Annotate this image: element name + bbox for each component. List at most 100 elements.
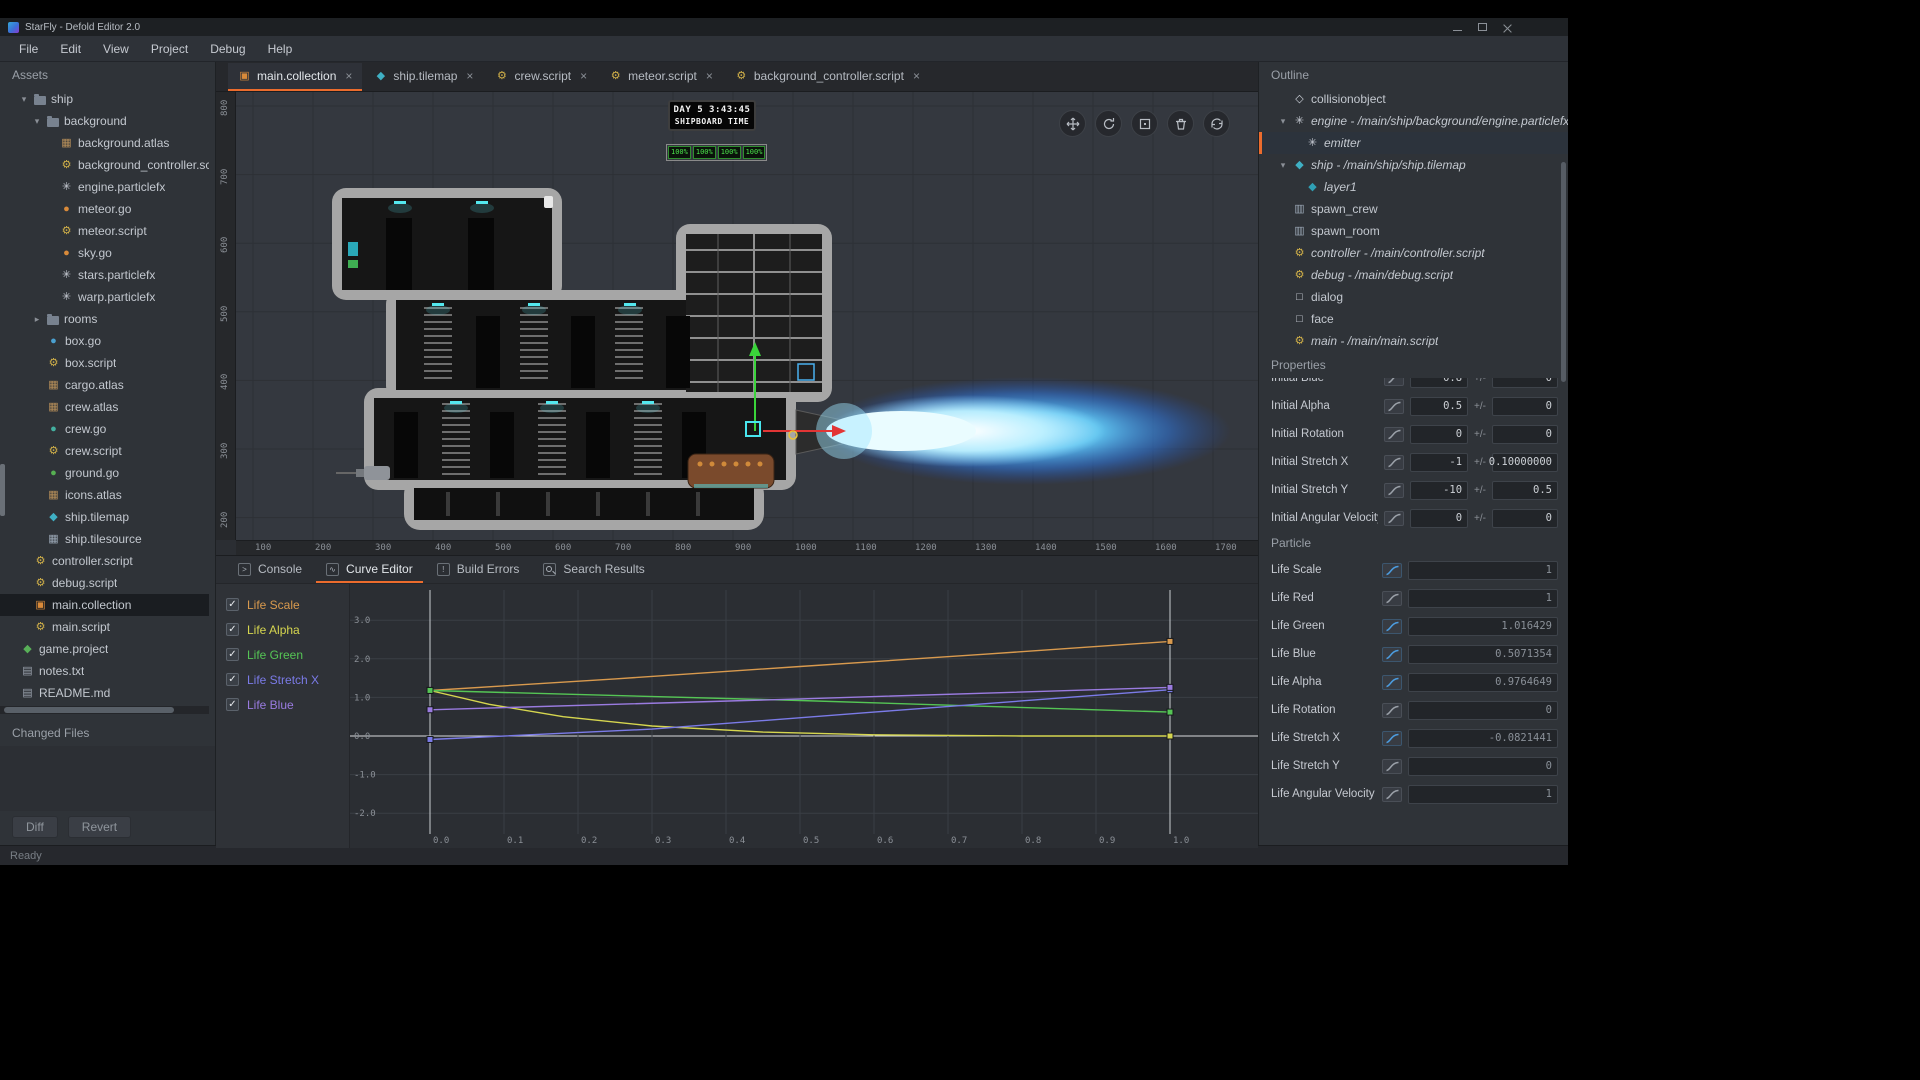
- maximize-icon[interactable]: [1478, 23, 1487, 31]
- legend-item-life-scale[interactable]: ✓Life Scale: [216, 592, 349, 617]
- close-icon[interactable]: [1503, 23, 1512, 32]
- asset-item-stars-particlefx[interactable]: ✳stars.particlefx: [0, 264, 209, 286]
- curve-toggle-button[interactable]: [1382, 619, 1402, 634]
- curve-handle-life-blue[interactable]: [1167, 684, 1173, 690]
- menu-edit[interactable]: Edit: [49, 38, 92, 60]
- curve-toggle-button[interactable]: [1382, 703, 1402, 718]
- menu-project[interactable]: Project: [140, 38, 199, 60]
- asset-item-game-project[interactable]: ◆game.project: [0, 638, 209, 660]
- spread-field[interactable]: 0: [1492, 509, 1558, 528]
- value-field[interactable]: 0: [1408, 701, 1558, 720]
- caret-down-icon[interactable]: ▾: [32, 116, 42, 127]
- value-field[interactable]: 0.5071354: [1408, 645, 1558, 664]
- value-field[interactable]: -10: [1410, 481, 1468, 500]
- tab-main-collection[interactable]: ▣main.collection×: [228, 63, 362, 91]
- asset-item-icons-atlas[interactable]: ▦icons.atlas: [0, 484, 209, 506]
- bottom-tab-curve-editor[interactable]: ∿Curve Editor: [316, 557, 423, 583]
- asset-item-crew-script[interactable]: ⚙crew.script: [0, 440, 209, 462]
- bottom-tab-console[interactable]: >Console: [228, 557, 312, 583]
- assets-horizontal-scrollbar[interactable]: [0, 706, 209, 714]
- move-tool-button[interactable]: [1059, 110, 1086, 137]
- outline-item-layer1[interactable]: ◆layer1: [1259, 176, 1568, 198]
- caret-down-icon[interactable]: ▾: [1278, 160, 1288, 171]
- frame-tool-button[interactable]: [1131, 110, 1158, 137]
- value-field[interactable]: -0.0821441: [1408, 729, 1558, 748]
- spread-field[interactable]: 0: [1492, 397, 1558, 416]
- outline-item-emitter[interactable]: ✳emitter: [1259, 132, 1568, 154]
- legend-item-life-green[interactable]: ✓Life Green: [216, 642, 349, 667]
- rotate-tool-button[interactable]: [1095, 110, 1122, 137]
- asset-item-engine-particlefx[interactable]: ✳engine.particlefx: [0, 176, 209, 198]
- refresh-tool-button[interactable]: [1203, 110, 1230, 137]
- drone-sprite[interactable]: [336, 466, 390, 480]
- curve-toggle-button[interactable]: [1382, 647, 1402, 662]
- tab-meteor-script[interactable]: ⚙meteor.script×: [599, 63, 723, 91]
- outline-item-dialog[interactable]: □dialog: [1259, 286, 1568, 308]
- delete-tool-button[interactable]: [1167, 110, 1194, 137]
- checkbox-icon[interactable]: ✓: [226, 648, 239, 661]
- asset-item-ship[interactable]: ▾ship: [0, 88, 209, 110]
- spread-field[interactable]: 0.5: [1492, 481, 1558, 500]
- value-field[interactable]: 0: [1410, 425, 1468, 444]
- curve-handle-life-stretch-x[interactable]: [427, 736, 433, 742]
- value-field[interactable]: 1: [1408, 589, 1558, 608]
- legend-item-life-blue[interactable]: ✓Life Blue: [216, 692, 349, 717]
- curve-handle-life-green[interactable]: [427, 687, 433, 693]
- crew-module[interactable]: [688, 454, 774, 488]
- outline-item-ship-main-ship-ship-tilemap[interactable]: ▾◆ship - /main/ship/ship.tilemap: [1259, 154, 1568, 176]
- asset-item-background[interactable]: ▾background: [0, 110, 209, 132]
- asset-item-notes-txt[interactable]: ▤notes.txt: [0, 660, 209, 682]
- curve-handle-life-alpha[interactable]: [1167, 733, 1173, 739]
- close-tab-icon[interactable]: ×: [913, 69, 920, 83]
- asset-item-controller-script[interactable]: ⚙controller.script: [0, 550, 209, 572]
- spread-field[interactable]: 0.10000000: [1492, 453, 1558, 472]
- menu-help[interactable]: Help: [257, 38, 304, 60]
- curve-handle-life-scale[interactable]: [1167, 638, 1173, 644]
- minimize-icon[interactable]: [1453, 30, 1462, 31]
- spread-field[interactable]: 0: [1492, 425, 1558, 444]
- asset-item-main-script[interactable]: ⚙main.script: [0, 616, 209, 638]
- asset-item-warp-particlefx[interactable]: ✳warp.particlefx: [0, 286, 209, 308]
- outline-item-main-main-main-script[interactable]: ⚙main - /main/main.script: [1259, 330, 1568, 352]
- tab-background-controller-script[interactable]: ⚙background_controller.script×: [725, 63, 930, 91]
- value-field[interactable]: 1.016429: [1408, 617, 1558, 636]
- curve-handle-life-green[interactable]: [1167, 709, 1173, 715]
- crew-sprite[interactable]: [544, 196, 553, 208]
- asset-item-sky-go[interactable]: ●sky.go: [0, 242, 209, 264]
- close-tab-icon[interactable]: ×: [345, 69, 352, 83]
- outline-item-controller-main-controller-script[interactable]: ⚙controller - /main/controller.script: [1259, 242, 1568, 264]
- curve-toggle-button[interactable]: [1382, 591, 1402, 606]
- asset-item-background-atlas[interactable]: ▦background.atlas: [0, 132, 209, 154]
- asset-item-ground-go[interactable]: ●ground.go: [0, 462, 209, 484]
- outline-item-debug-main-debug-script[interactable]: ⚙debug - /main/debug.script: [1259, 264, 1568, 286]
- value-field[interactable]: 0.9764649: [1408, 673, 1558, 692]
- asset-item-crew-atlas[interactable]: ▦crew.atlas: [0, 396, 209, 418]
- ship-tilemap[interactable]: [332, 188, 842, 530]
- caret-right-icon[interactable]: ▸: [32, 314, 42, 325]
- asset-item-readme-md[interactable]: ▤README.md: [0, 682, 209, 700]
- curve-toggle-button[interactable]: [1384, 511, 1404, 526]
- close-tab-icon[interactable]: ×: [466, 69, 473, 83]
- outline-item-engine-main-ship-background-engine-particlefx[interactable]: ▾✳engine - /main/ship/background/engine.…: [1259, 110, 1568, 132]
- asset-item-main-collection[interactable]: ▣main.collection: [0, 594, 209, 616]
- title-bar[interactable]: StarFly - Defold Editor 2.0: [0, 18, 1568, 36]
- asset-item-box-go[interactable]: ●box.go: [0, 330, 209, 352]
- curve-toggle-button[interactable]: [1382, 731, 1402, 746]
- menu-view[interactable]: View: [92, 38, 140, 60]
- engine-flame[interactable]: [816, 377, 1231, 485]
- asset-item-crew-go[interactable]: ●crew.go: [0, 418, 209, 440]
- checkbox-icon[interactable]: ✓: [226, 623, 239, 636]
- value-field[interactable]: 0.5: [1410, 397, 1468, 416]
- checkbox-icon[interactable]: ✓: [226, 598, 239, 611]
- assets-vertical-scrollbar[interactable]: [0, 464, 5, 516]
- outline-item-face[interactable]: □face: [1259, 308, 1568, 330]
- asset-item-meteor-script[interactable]: ⚙meteor.script: [0, 220, 209, 242]
- asset-item-rooms[interactable]: ▸rooms: [0, 308, 209, 330]
- asset-item-meteor-go[interactable]: ●meteor.go: [0, 198, 209, 220]
- tab-ship-tilemap[interactable]: ◆ship.tilemap×: [364, 63, 483, 91]
- value-field[interactable]: 1: [1408, 561, 1558, 580]
- asset-item-ship-tilemap[interactable]: ◆ship.tilemap: [0, 506, 209, 528]
- diff-button[interactable]: Diff: [12, 816, 58, 838]
- curve-toggle-button[interactable]: [1384, 455, 1404, 470]
- menu-file[interactable]: File: [8, 38, 49, 60]
